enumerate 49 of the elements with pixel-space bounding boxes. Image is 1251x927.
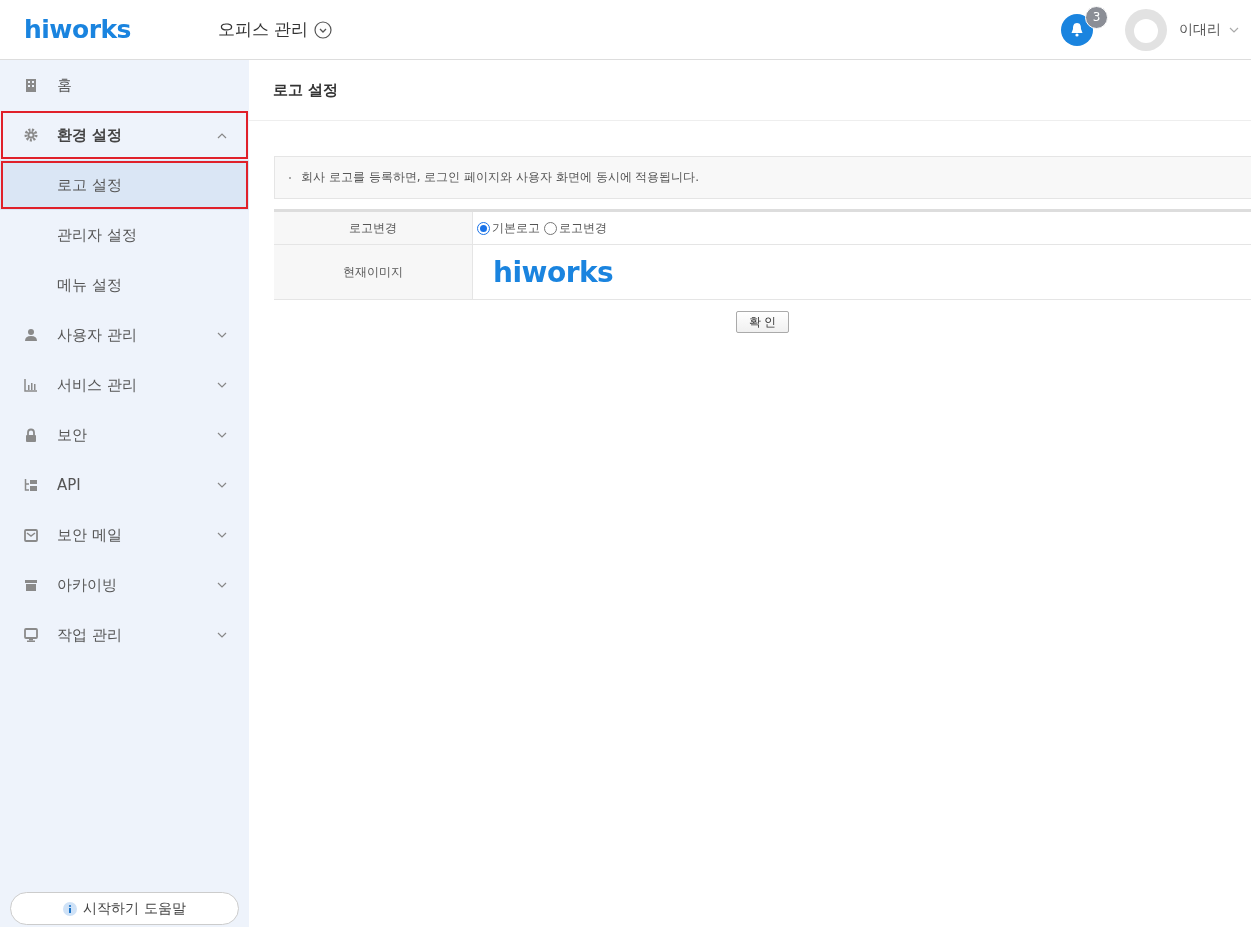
- radio-button[interactable]: [544, 221, 557, 235]
- chevron-down-icon: [217, 381, 227, 389]
- sidebar-item[interactable]: API: [0, 460, 249, 510]
- sidebar-subitem[interactable]: 관리자 설정: [0, 210, 249, 260]
- table-cell: 현재이미지: [274, 244, 473, 300]
- menu-icon: [24, 527, 38, 543]
- notification-button[interactable]: [1061, 13, 1093, 46]
- menu-icon: [24, 377, 38, 393]
- sidebar-item[interactable]: 홈: [0, 60, 249, 110]
- table-cell: 로고변경: [274, 210, 473, 245]
- menu-icon: [24, 427, 38, 443]
- chevron-down-icon: [217, 581, 227, 589]
- logo-image: hiworks: [493, 255, 614, 289]
- sidebar-item[interactable]: 보안 메일: [0, 510, 249, 560]
- page-title: 로고 설정: [273, 80, 339, 100]
- menu-icon: [24, 127, 38, 143]
- sidebar-subitem[interactable]: 메뉴 설정: [0, 260, 249, 310]
- chevron-down-icon: [217, 631, 227, 639]
- chevron-down-icon: [217, 331, 227, 339]
- bell-icon: [1070, 22, 1084, 37]
- sidebar-item[interactable]: 서비스 관리: [0, 360, 249, 410]
- radio-option[interactable]: 기본로고: [477, 219, 540, 237]
- menu-icon: [24, 327, 38, 343]
- sidebar-item[interactable]: 보안: [0, 410, 249, 460]
- menu-icon: [24, 77, 38, 93]
- help-button[interactable]: 시작하기 도움말: [10, 892, 239, 925]
- sidebar-item[interactable]: 작업 관리: [0, 610, 249, 660]
- sidebar-subitem[interactable]: 로고 설정: [0, 160, 249, 210]
- confirm-button[interactable]: 확 인: [735, 311, 790, 333]
- info-icon: [63, 901, 78, 916]
- sidebar-item[interactable]: 사용자 관리: [0, 310, 249, 360]
- radio-button[interactable]: [477, 221, 490, 235]
- menu-icon: [24, 577, 38, 593]
- menu-icon: [24, 477, 38, 493]
- chevron-up-icon: [217, 131, 227, 139]
- chevron-down-icon: [217, 431, 227, 439]
- chevron-down-icon[interactable]: [1229, 25, 1239, 34]
- notification-count: 3: [1085, 5, 1108, 29]
- chevron-circle-icon[interactable]: [314, 20, 333, 39]
- user-name[interactable]: 이대리: [1179, 20, 1221, 39]
- chevron-down-icon: [217, 531, 227, 539]
- notice-text: 회사 로고를 등록하면, 로그인 페이지와 사용자 화면에 동시에 적용됩니다.: [301, 169, 700, 186]
- chevron-down-icon: [217, 481, 227, 489]
- sidebar-item[interactable]: 환경 설정: [0, 110, 249, 160]
- sidebar-item[interactable]: 아카이빙: [0, 560, 249, 610]
- app-title[interactable]: 오피스 관리: [218, 18, 309, 41]
- menu-icon: [24, 627, 38, 643]
- radio-option[interactable]: 로고변경: [544, 219, 607, 237]
- logo[interactable]: hiworks: [24, 15, 131, 44]
